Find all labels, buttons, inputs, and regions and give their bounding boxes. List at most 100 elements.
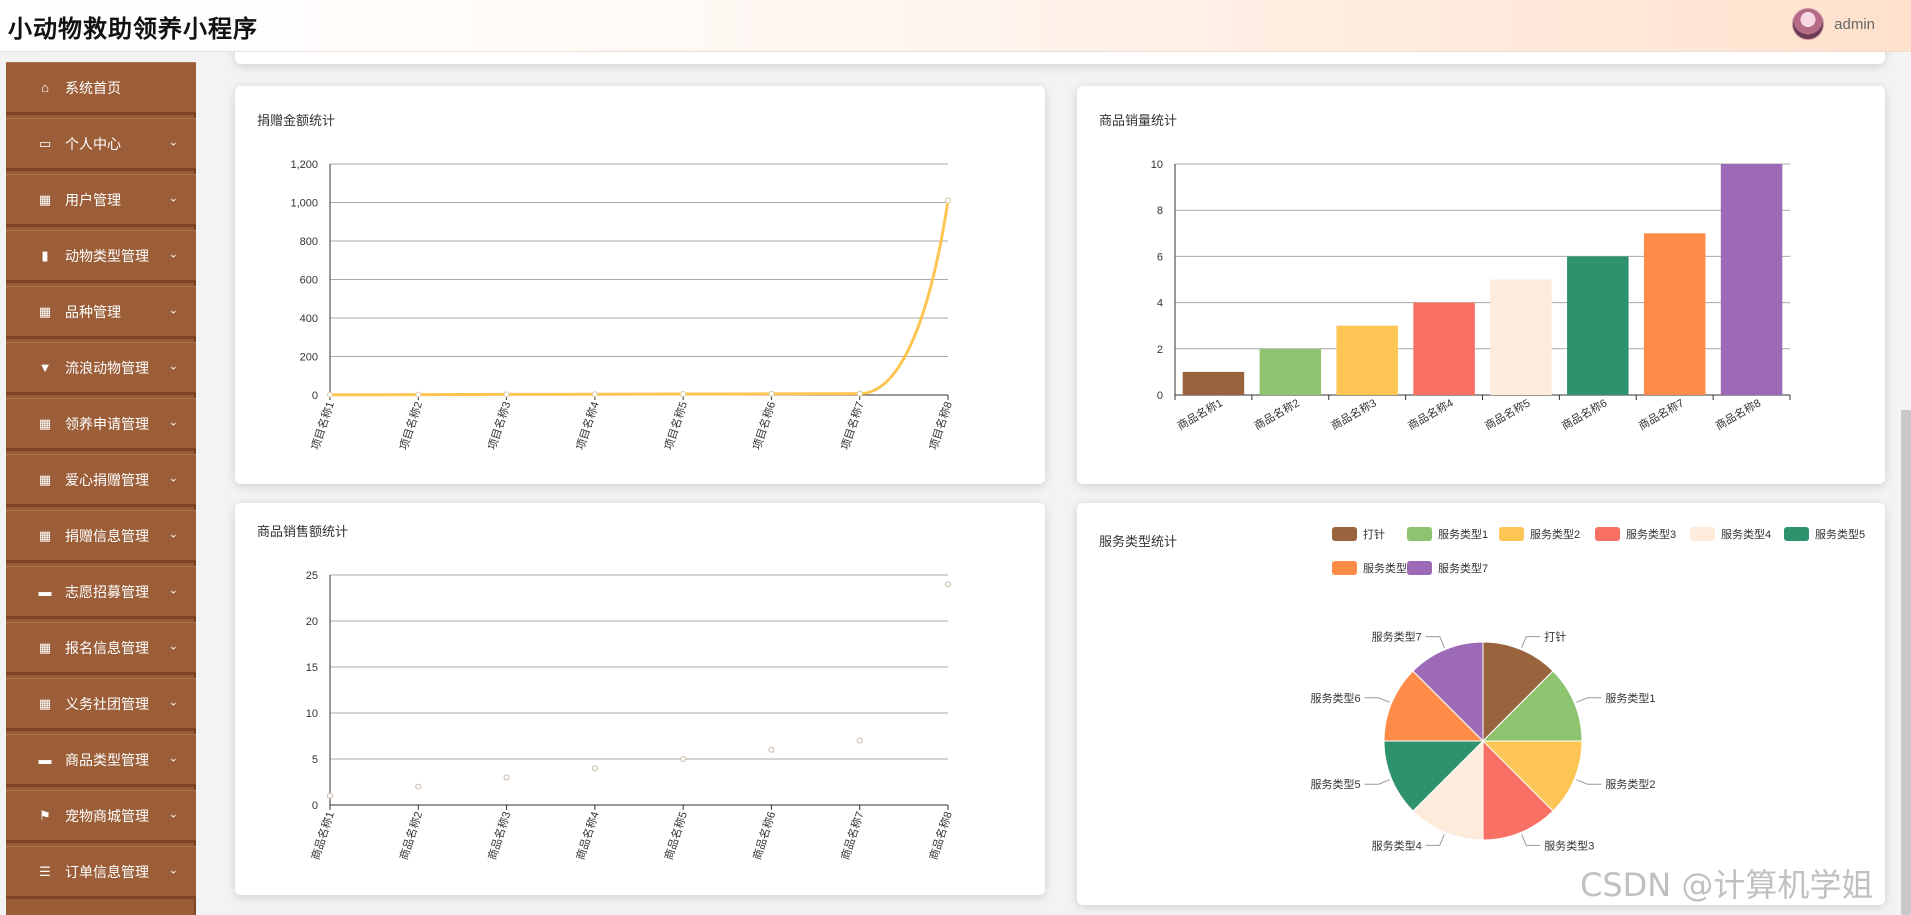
data-point bbox=[327, 391, 333, 398]
x-tick-label: 商品名称2 bbox=[396, 810, 425, 862]
x-tick-label: 商品名称4 bbox=[1405, 395, 1455, 432]
x-tick-label: 商品名称6 bbox=[1559, 395, 1609, 432]
chevron-down-icon: ⌄ bbox=[168, 304, 178, 317]
pie-leader-line bbox=[1425, 834, 1445, 846]
pie-leader-line bbox=[1364, 779, 1390, 785]
sidebar-item-15[interactable]: ☰ 订单信息管理 ⌄ bbox=[6, 846, 196, 899]
sidebar-item-label: 义务社团管理 bbox=[65, 695, 149, 712]
pie-leader-line bbox=[1425, 636, 1445, 648]
x-tick-label: 商品名称1 bbox=[308, 810, 337, 862]
pie-leader-line bbox=[1364, 697, 1390, 703]
sidebar-item-9[interactable]: ▦ 捐赠信息管理 ⌄ bbox=[6, 510, 196, 563]
bar bbox=[1182, 371, 1245, 395]
pie-slice-label: 服务类型2 bbox=[1605, 777, 1655, 791]
sidebar-item-label: 捐赠信息管理 bbox=[65, 527, 149, 544]
x-tick-label: 商品名称5 bbox=[661, 810, 690, 862]
x-tick-label: 项目名称2 bbox=[396, 400, 425, 452]
data-point bbox=[945, 197, 951, 204]
bar bbox=[1643, 233, 1706, 395]
sidebar-item-5[interactable]: ▦ 品种管理 ⌄ bbox=[6, 286, 196, 339]
y-tick-label: 0 bbox=[1157, 390, 1163, 402]
sales-amount-scatter-chart: 0 5 10 15 20 25 商品名称1 商品名称2 商品名称3 商品名称4 商品名称5 商品名称6… bbox=[306, 570, 955, 862]
data-point bbox=[591, 391, 598, 398]
chevron-down-icon: ⌄ bbox=[168, 696, 178, 709]
sidebar-item-label: 领养申请管理 bbox=[65, 415, 149, 432]
sidebar-item-10[interactable]: ▬ 志愿招募管理 ⌄ bbox=[6, 566, 196, 619]
y-tick-label: 800 bbox=[300, 236, 318, 248]
sidebar-item-6[interactable]: ▼ 流浪动物管理 ⌄ bbox=[6, 342, 196, 395]
x-tick-label: 项目名称5 bbox=[661, 400, 690, 452]
sidebar-item-label: 个人中心 bbox=[65, 135, 121, 152]
user-avatar[interactable] bbox=[1792, 8, 1825, 40]
sidebar-item-8[interactable]: ▦ 爱心捐赠管理 ⌄ bbox=[6, 454, 196, 507]
x-tick-label: 商品名称8 bbox=[926, 810, 955, 862]
data-point bbox=[503, 774, 510, 781]
chevron-down-icon: ⌄ bbox=[168, 192, 178, 205]
page-scrollbar-thumb[interactable] bbox=[1901, 410, 1911, 915]
grid-icon: ▦ bbox=[38, 639, 52, 655]
bar bbox=[1567, 256, 1629, 395]
x-tick-label: 商品名称3 bbox=[485, 810, 514, 862]
x-tick-label: 商品名称7 bbox=[838, 810, 867, 862]
sidebar-item-12[interactable]: ▦ 义务社团管理 ⌄ bbox=[6, 678, 196, 731]
sidebar-item-3[interactable]: ▦ 用户管理 ⌄ bbox=[6, 174, 196, 227]
pie-slice-label: 服务类型1 bbox=[1605, 691, 1655, 705]
data-point bbox=[945, 581, 951, 588]
y-tick-label: 15 bbox=[306, 662, 318, 674]
x-tick-label: 项目名称4 bbox=[573, 400, 602, 452]
table-icon: ▦ bbox=[38, 527, 52, 543]
sidebar-item-7[interactable]: ▦ 领养申请管理 ⌄ bbox=[6, 398, 196, 451]
y-tick-label: 20 bbox=[306, 616, 318, 628]
x-tick-label: 项目名称6 bbox=[749, 400, 778, 452]
pie-leader-line bbox=[1576, 779, 1602, 785]
data-point bbox=[591, 765, 598, 772]
sidebar-item-14[interactable]: ⚑ 宠物商城管理 ⌄ bbox=[6, 790, 196, 843]
top-header: 小动物救助领养小程序 admin bbox=[0, 0, 1911, 52]
pie-slice-label: 服务类型5 bbox=[1310, 777, 1360, 791]
sidebar-item-label: 动物类型管理 bbox=[65, 247, 149, 264]
service-type-chart-card: 服务类型统计 打针 服务类型1 服务类型2 服务类型3 服务类型4 服务类型5 服务类型6 服… bbox=[1077, 503, 1885, 905]
pie-slice-label: 服务类型7 bbox=[1372, 630, 1422, 644]
donation-chart-card: 捐赠金额统计 0 200 400 600 800 1,000 1,200 项目名称1 项目名称2… bbox=[235, 86, 1045, 484]
sidebar-item-label: 爱心捐赠管理 bbox=[65, 471, 149, 488]
chevron-down-icon: ⌄ bbox=[168, 864, 178, 877]
username[interactable]: admin bbox=[1834, 16, 1875, 33]
data-point bbox=[415, 391, 422, 398]
sidebar-item-label: 志愿招募管理 bbox=[65, 583, 149, 600]
x-tick-label: 商品名称3 bbox=[1328, 395, 1378, 432]
bar bbox=[1336, 325, 1398, 395]
sidebar-item-4[interactable]: ▮ 动物类型管理 ⌄ bbox=[6, 230, 196, 283]
y-tick-label: 25 bbox=[306, 570, 318, 582]
y-tick-label: 200 bbox=[300, 352, 318, 364]
x-tick-label: 商品名称6 bbox=[749, 810, 778, 862]
chevron-down-icon: ⌄ bbox=[168, 528, 178, 541]
chevron-down-icon: ⌄ bbox=[168, 416, 178, 429]
data-point bbox=[680, 756, 687, 762]
flag-icon: ⚑ bbox=[39, 807, 51, 823]
x-tick-label: 商品名称1 bbox=[1175, 395, 1225, 432]
sidebar-item-label: 流浪动物管理 bbox=[65, 359, 149, 376]
x-tick-label: 项目名称8 bbox=[926, 400, 955, 452]
y-tick-label: 10 bbox=[1151, 159, 1163, 171]
sidebar-item-label: 报名信息管理 bbox=[65, 639, 149, 656]
sidebar-item-11[interactable]: ▦ 报名信息管理 ⌄ bbox=[6, 622, 196, 675]
x-tick-label: 项目名称3 bbox=[485, 400, 514, 452]
bar bbox=[1413, 302, 1475, 395]
grid-icon: ▦ bbox=[38, 695, 52, 711]
y-tick-label: 5 bbox=[312, 754, 318, 766]
pie-leader-line bbox=[1521, 636, 1541, 648]
pie-slice-label: 服务类型6 bbox=[1310, 691, 1360, 705]
x-tick-label: 商品名称4 bbox=[573, 810, 602, 862]
x-tick-label: 项目名称7 bbox=[838, 400, 867, 452]
pie-leader-line bbox=[1521, 834, 1541, 846]
sidebar-item-13[interactable]: ▬ 商品类型管理 ⌄ bbox=[6, 734, 196, 787]
sidebar-item-2[interactable]: ▭ 个人中心 ⌄ bbox=[6, 118, 196, 171]
sidebar-item-1[interactable]: ⌂ 系统首页 bbox=[6, 62, 196, 115]
x-tick-label: 项目名称1 bbox=[308, 400, 337, 452]
x-tick-label: 商品名称7 bbox=[1636, 395, 1686, 432]
pie-slice-label: 服务类型3 bbox=[1544, 838, 1594, 852]
data-point bbox=[415, 783, 422, 790]
user-area[interactable]: admin bbox=[1792, 6, 1875, 42]
sidebar-menu: ⌂ 系统首页 ▭ 个人中心 ⌄ ▦ 用户管理 ⌄ ▮ 动物类型管理 ⌄ ▦ 品种管理 ⌄ ▼ 流浪动物管理 ⌄ ▦… bbox=[6, 62, 196, 915]
bar bbox=[1720, 164, 1783, 395]
